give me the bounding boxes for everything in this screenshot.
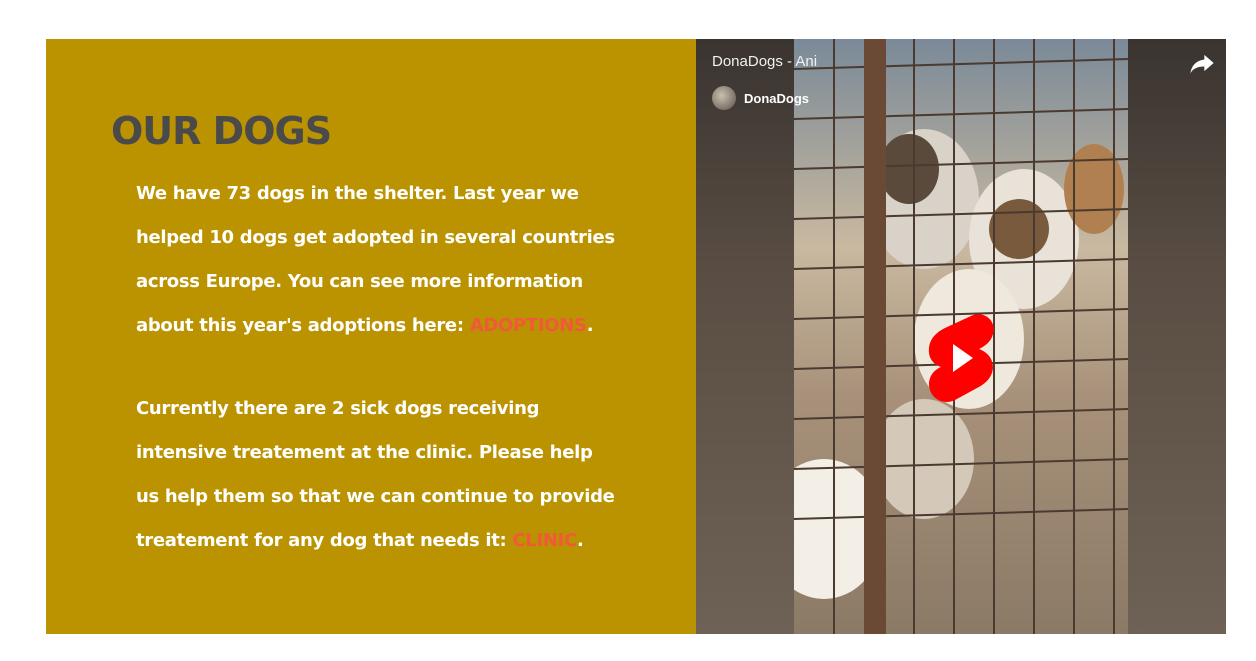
our-dogs-section: OUR DOGS We have 73 dogs in the shelter.… xyxy=(46,39,1226,634)
clinic-period: . xyxy=(576,530,584,551)
adoptions-link[interactable]: ADOPTIONS xyxy=(470,315,587,336)
channel-avatar[interactable] xyxy=(712,86,736,110)
clinic-link[interactable]: CLINIC xyxy=(512,530,577,551)
info-panel: OUR DOGS We have 73 dogs in the shelter.… xyxy=(46,39,696,634)
adoption-text: We have 73 dogs in the shelter. Last yea… xyxy=(136,183,615,336)
youtube-shorts-play-icon[interactable] xyxy=(925,312,997,404)
adoption-paragraph: We have 73 dogs in the shelter. Last yea… xyxy=(136,172,616,348)
adoption-period: . xyxy=(586,315,594,336)
channel-info[interactable]: DonaDogs xyxy=(712,86,809,110)
section-title: OUR DOGS xyxy=(111,109,332,153)
channel-name[interactable]: DonaDogs xyxy=(744,91,809,106)
video-title[interactable]: DonaDogs - Ani xyxy=(712,53,817,70)
clinic-text: Currently there are 2 sick dogs receivin… xyxy=(136,398,615,551)
video-embed[interactable]: DonaDogs - Ani DonaDogs xyxy=(696,39,1226,634)
clinic-paragraph: Currently there are 2 sick dogs receivin… xyxy=(136,387,616,563)
share-icon[interactable] xyxy=(1188,49,1216,77)
